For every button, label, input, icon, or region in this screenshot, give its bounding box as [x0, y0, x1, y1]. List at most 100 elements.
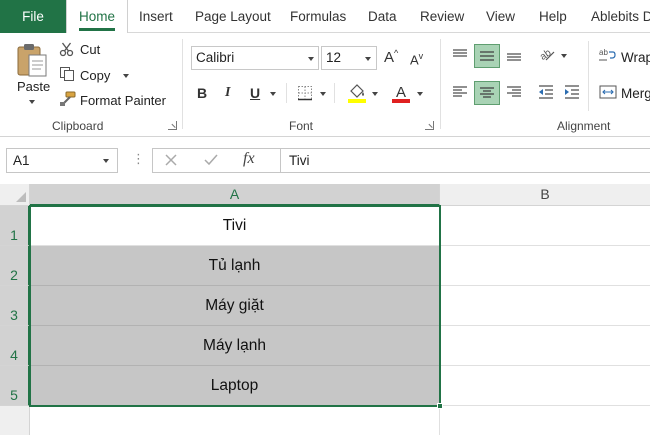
tab-review[interactable]: Review	[420, 0, 464, 33]
chevron-down-icon	[103, 159, 109, 163]
formula-bar: A1 ⋮ fx Tivi	[0, 143, 650, 177]
shrink-font-icon: A	[410, 52, 419, 68]
cancel-icon[interactable]	[163, 152, 179, 171]
grow-font-icon: A	[384, 49, 395, 66]
clipboard-launcher-icon[interactable]	[168, 121, 177, 130]
align-bottom-icon[interactable]	[505, 47, 523, 66]
more-options-icon[interactable]: ⋮	[132, 152, 145, 166]
cell-b5[interactable]	[440, 366, 650, 406]
bold-button[interactable]: B	[197, 85, 207, 101]
cell-b1[interactable]	[440, 206, 650, 246]
format-painter-icon	[59, 91, 76, 110]
row-number: 3	[10, 307, 18, 323]
font-size-select[interactable]: 12	[321, 46, 377, 70]
wrap-text-button[interactable]: Wrap	[621, 50, 650, 65]
ribbon-separator	[588, 41, 589, 111]
cell-b6[interactable]	[440, 406, 650, 435]
column-header-a[interactable]: A	[30, 184, 440, 206]
chevron-down-icon	[365, 57, 371, 61]
alignment-group-label: Alignment	[557, 119, 611, 133]
cell-a4[interactable]: Máy lạnh	[30, 326, 440, 366]
row-header-4[interactable]: 4	[0, 326, 30, 366]
font-size-value: 12	[326, 50, 342, 65]
ribbon-tab-bar: File Home Insert Page Layout Formulas Da…	[0, 0, 650, 34]
tab-page-layout[interactable]: Page Layout	[195, 0, 271, 33]
row-header-2[interactable]: 2	[0, 246, 30, 286]
fill-handle[interactable]	[437, 403, 443, 409]
wrap-text-icon: ab	[599, 47, 617, 66]
chevron-down-icon	[308, 57, 314, 61]
tab-file[interactable]: File	[0, 0, 66, 33]
shrink-font-button[interactable]: Av	[410, 51, 423, 67]
tab-help[interactable]: Help	[539, 0, 567, 33]
italic-button[interactable]: I	[225, 85, 230, 101]
align-left-icon[interactable]	[451, 84, 469, 103]
cut-button[interactable]: Cut	[80, 42, 100, 57]
align-center-icon[interactable]	[474, 81, 500, 105]
underline-button[interactable]: U	[250, 85, 260, 101]
cell-b2[interactable]	[440, 246, 650, 286]
borders-dropdown-icon[interactable]	[320, 92, 326, 96]
row-number: 2	[10, 267, 18, 283]
tab-insert[interactable]: Insert	[139, 0, 173, 33]
font-color-dropdown-icon[interactable]	[417, 92, 423, 96]
formula-input[interactable]: Tivi	[280, 148, 650, 173]
merge-center-icon	[599, 84, 617, 103]
tab-home[interactable]: Home	[66, 0, 128, 34]
paste-button[interactable]: Paste	[17, 79, 50, 94]
fill-color-icon[interactable]	[346, 82, 368, 107]
cell-a5[interactable]: Laptop	[30, 366, 440, 406]
underline-dropdown-icon[interactable]	[270, 92, 276, 96]
cell-a6[interactable]	[30, 406, 440, 435]
ribbon-separator	[286, 83, 287, 103]
row-number: 5	[10, 387, 18, 403]
paste-icon[interactable]	[14, 42, 50, 81]
orientation-dropdown-icon[interactable]	[561, 54, 567, 58]
svg-text:A: A	[396, 84, 406, 101]
font-launcher-icon[interactable]	[425, 121, 434, 130]
grow-font-button[interactable]: A^	[384, 48, 398, 66]
tab-ablebits[interactable]: Ablebits D	[591, 0, 650, 33]
column-header-b[interactable]: B	[440, 184, 650, 206]
font-group-label: Font	[289, 119, 314, 133]
row-header-5[interactable]: 5	[0, 366, 30, 406]
increase-indent-icon[interactable]	[563, 84, 581, 103]
tab-home-label: Home	[78, 9, 115, 31]
ribbon-separator	[182, 39, 183, 129]
font-name-select[interactable]: Calibri	[191, 46, 319, 70]
fill-color-dropdown-icon[interactable]	[372, 92, 378, 96]
orientation-icon[interactable]: ab	[537, 45, 557, 66]
cell-b3[interactable]	[440, 286, 650, 326]
row-header-6[interactable]	[0, 406, 30, 435]
decrease-indent-icon[interactable]	[537, 84, 555, 103]
copy-button[interactable]: Copy	[80, 68, 110, 83]
row-number: 4	[10, 347, 18, 363]
align-top-icon[interactable]	[451, 47, 469, 66]
select-all-corner[interactable]	[0, 184, 30, 206]
font-color-icon[interactable]: A	[390, 82, 412, 107]
tab-formulas[interactable]: Formulas	[290, 0, 346, 33]
copy-dropdown-icon[interactable]	[123, 74, 129, 78]
ribbon-separator	[440, 39, 441, 129]
cut-icon	[59, 41, 75, 60]
cell-a3[interactable]: Máy giặt	[30, 286, 440, 326]
name-box[interactable]: A1	[6, 148, 118, 173]
enter-check-icon[interactable]	[203, 152, 219, 171]
ribbon-separator	[334, 83, 335, 103]
cell-a1[interactable]: Tivi	[30, 206, 440, 246]
insert-function-icon[interactable]: fx	[243, 150, 255, 168]
borders-icon[interactable]	[297, 85, 313, 104]
align-right-icon[interactable]	[505, 84, 523, 103]
cell-b4[interactable]	[440, 326, 650, 366]
row-header-3[interactable]: 3	[0, 286, 30, 326]
merge-center-button[interactable]: Merg	[621, 86, 650, 101]
name-box-value: A1	[13, 153, 30, 168]
format-painter-button[interactable]: Format Painter	[80, 93, 166, 108]
tab-view[interactable]: View	[486, 0, 515, 33]
tab-data[interactable]: Data	[368, 0, 397, 33]
row-header-1[interactable]: 1	[0, 206, 30, 246]
cell-a2[interactable]: Tủ lạnh	[30, 246, 440, 286]
align-middle-icon[interactable]	[474, 44, 500, 68]
clipboard-group-label: Clipboard	[52, 119, 104, 133]
paste-dropdown-icon[interactable]	[29, 100, 35, 104]
